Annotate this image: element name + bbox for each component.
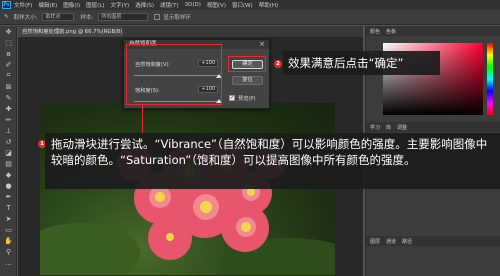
menu-window[interactable]: 窗口(W) (232, 1, 253, 9)
adjust-panel-tabs: 学习 库 调整 (366, 122, 500, 132)
tab-color[interactable]: 颜色 (370, 28, 380, 35)
gradient-icon[interactable]: ▤ (0, 158, 17, 169)
hue-slider[interactable] (487, 43, 493, 115)
tab-adjustments[interactable]: 调整 (397, 124, 407, 131)
tab-swatches[interactable]: 色板 (386, 28, 396, 35)
menu-file[interactable]: 文件(F) (14, 1, 32, 9)
hand-icon[interactable]: ✋ (0, 235, 17, 246)
ok-highlight-box (228, 56, 266, 72)
eyedropper-icon[interactable]: ✎ (0, 92, 17, 103)
tab-paths[interactable]: 路径 (402, 238, 412, 245)
menu-layer[interactable]: 图层(L) (86, 1, 104, 9)
blur-icon[interactable]: ◆ (0, 169, 17, 180)
history-brush-icon[interactable]: ↺ (0, 136, 17, 147)
preview-label: 预览(P) (238, 96, 256, 102)
flower-image (40, 141, 335, 275)
menu-help[interactable]: 帮助(H) (259, 1, 278, 9)
menu-type[interactable]: 文字(Y) (111, 1, 130, 9)
callout-step-1: 拖动滑块进行尝试。“Vibrance”（自然饱和度）可以影响颜色的强度。主要影响… (45, 133, 500, 189)
menu-3d[interactable]: 3D(D) (185, 2, 201, 8)
document-tab[interactable]: 自然饱和度处理前.png @ 66.7%(RGB/8) (18, 27, 123, 37)
tab-libraries[interactable]: 库 (386, 124, 391, 131)
tab-layers[interactable]: 图层 (370, 238, 380, 245)
document-tabbar: 自然饱和度处理前.png @ 66.7%(RGB/8) (18, 26, 363, 37)
more-tools-icon[interactable]: … (0, 257, 17, 268)
options-bar: ✎ 取样大小: 取样点 样本: 所有图层 显示取样环 (0, 10, 500, 25)
pen-icon[interactable]: ✒ (0, 191, 17, 202)
reset-button[interactable]: 复位 (232, 76, 263, 85)
flower-photo (40, 103, 335, 275)
preview-checkbox[interactable]: ✓ (229, 95, 235, 101)
sample-select[interactable]: 所有图层 (98, 13, 149, 21)
lasso-icon[interactable]: ɵ (0, 48, 17, 59)
brush-icon[interactable]: ✏ (0, 114, 17, 125)
show-ring-checkbox[interactable] (154, 14, 161, 20)
sliders-highlight-box (126, 44, 222, 105)
eraser-icon[interactable]: ◪ (0, 147, 17, 158)
close-icon[interactable]: × (259, 40, 265, 49)
color-panel-tabs: 颜色 色板 (366, 26, 500, 36)
show-ring-label: 显示取样环 (163, 15, 191, 21)
dodge-icon[interactable]: ● (0, 180, 17, 191)
frame-icon[interactable]: ⊠ (0, 81, 17, 92)
path-select-icon[interactable]: ➤ (0, 213, 17, 224)
menu-view[interactable]: 视图(V) (207, 1, 226, 9)
tools-panel: ✥ ⬚ ɵ ✐ ⌗ ⊠ ✎ ✚ ✏ ⊥ ↺ ◪ ▤ ◆ ● ✒ T ➤ ▭ ✋ … (0, 26, 17, 276)
menu-image[interactable]: 图像(I) (63, 1, 80, 9)
tab-learn[interactable]: 学习 (370, 124, 380, 131)
crop-icon[interactable]: ⌗ (0, 70, 17, 81)
move-icon[interactable]: ✥ (0, 26, 17, 37)
layers-panel-tabs: 图层 通道 路径 (366, 236, 500, 246)
stamp-icon[interactable]: ⊥ (0, 125, 17, 136)
photoshop-logo: Ps (2, 1, 11, 9)
zoom-icon[interactable]: ⚲ (0, 246, 17, 257)
menu-bar: Ps 文件(F) 编辑(E) 图像(I) 图层(L) 文字(Y) 选择(S) 滤… (0, 0, 500, 10)
healing-icon[interactable]: ✚ (0, 103, 17, 114)
marquee-icon[interactable]: ⬚ (0, 37, 17, 48)
sample-size-label: 取样大小: (13, 15, 38, 21)
tab-channels[interactable]: 通道 (386, 238, 396, 245)
menu-select[interactable]: 选择(S) (135, 1, 154, 9)
eyedropper-icon[interactable]: ✎ (4, 14, 9, 20)
step-badge-2: 2 (274, 60, 282, 68)
callout-step-2: 效果满意后点击“确定” (283, 51, 440, 75)
sample-label: 样本: (80, 15, 94, 21)
quick-select-icon[interactable]: ✐ (0, 59, 17, 70)
menu-filter[interactable]: 滤镜(T) (160, 1, 179, 9)
type-icon[interactable]: T (0, 202, 17, 213)
sample-size-select[interactable]: 取样点 (42, 13, 75, 21)
menu-edit[interactable]: 编辑(E) (38, 1, 57, 9)
shape-icon[interactable]: ▭ (0, 224, 17, 235)
